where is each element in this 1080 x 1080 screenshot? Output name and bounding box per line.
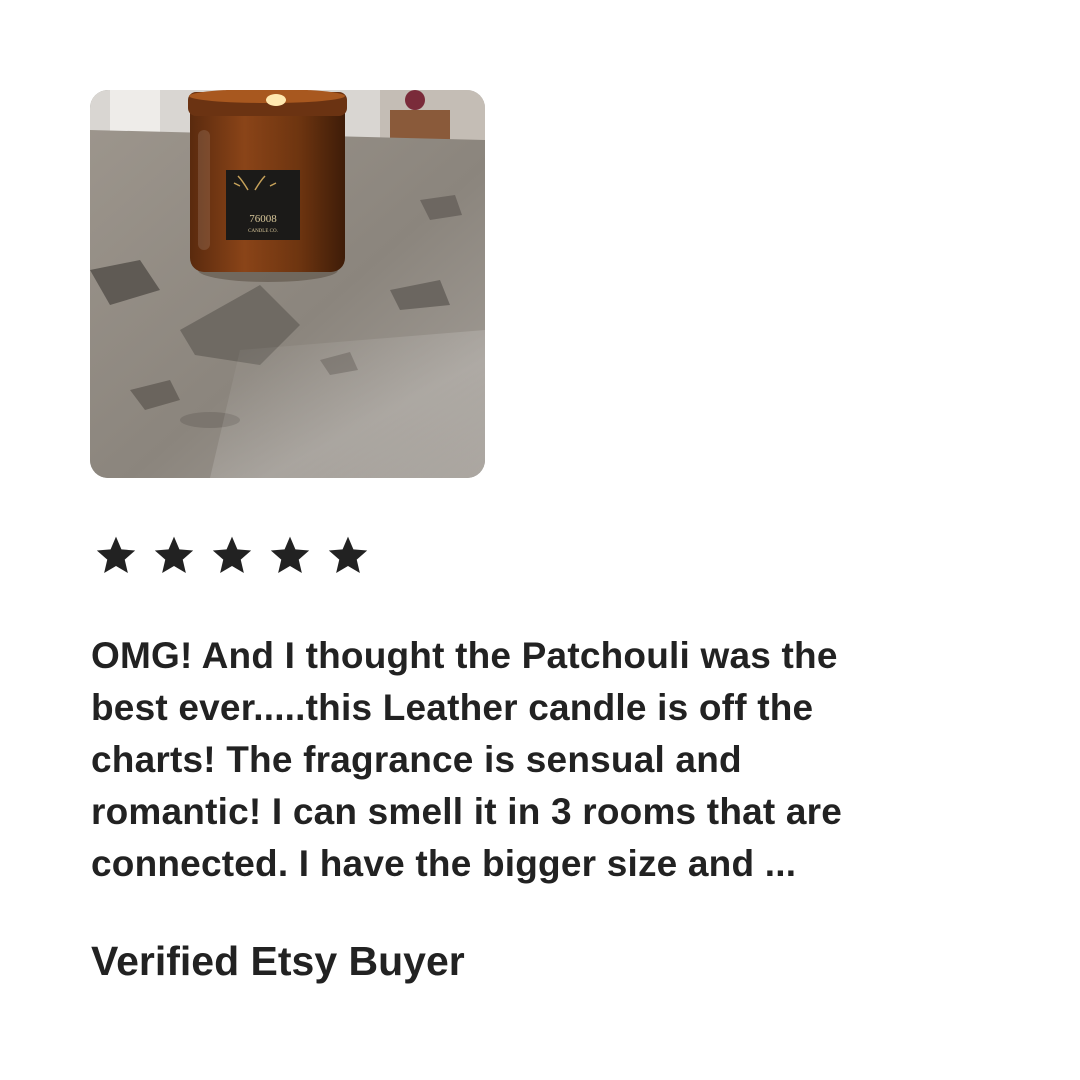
star-icon xyxy=(212,536,252,574)
review-photo[interactable]: 76008 CANDLE CO. xyxy=(90,90,485,478)
star-icon xyxy=(328,536,368,574)
candle-photo-image: 76008 CANDLE CO. xyxy=(90,90,485,478)
star-rating xyxy=(95,530,369,580)
review-text: OMG! And I thought the Patchouli was the… xyxy=(91,635,843,884)
label-sub-text: CANDLE CO. xyxy=(248,229,278,234)
star-icon xyxy=(154,536,194,574)
label-brand-text: 76008 xyxy=(249,213,277,225)
review-card: 76008 CANDLE CO. OMG! And I thought the … xyxy=(0,0,1080,1080)
star-icon xyxy=(96,536,136,574)
star-icon xyxy=(270,536,310,574)
reviewer-name: Verified Etsy Buyer xyxy=(91,938,465,984)
